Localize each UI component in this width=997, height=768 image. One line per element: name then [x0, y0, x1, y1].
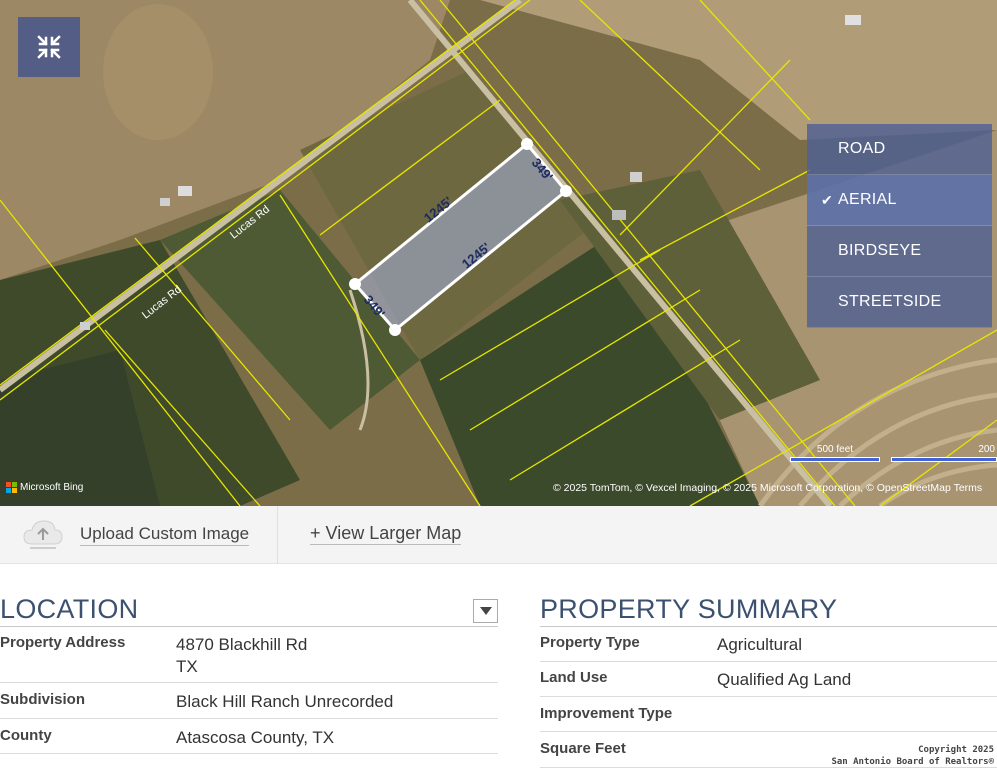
- upload-label: Upload Custom Image: [80, 524, 250, 546]
- map-type-label: BIRDSEYE: [838, 242, 922, 259]
- row-key: Property Address: [0, 634, 126, 651]
- address-line-2: TX: [176, 657, 198, 676]
- map-type-road[interactable]: ROAD: [807, 124, 992, 175]
- view-larger-map-link[interactable]: + View Larger Map: [310, 523, 462, 545]
- row-value: Agricultural: [717, 635, 803, 654]
- microsoft-logo-icon: [6, 482, 17, 493]
- location-dropdown-button[interactable]: [473, 599, 498, 623]
- map-type-menu: ROAD ✔ AERIAL BIRDSEYE STREETSIDE: [807, 124, 992, 328]
- scale-label: 200: [978, 444, 995, 455]
- summary-row: Property Type Agricultural: [540, 634, 997, 662]
- bing-logo: Microsoft Bing: [6, 482, 83, 493]
- map-type-label: AERIAL: [838, 191, 897, 208]
- map-toolbar: Upload Custom Image + View Larger Map: [0, 506, 997, 564]
- map-attribution: © 2025 TomTom, © Vexcel Imaging, © 2025 …: [553, 482, 983, 494]
- row-value: Atascosa County, TX: [176, 728, 335, 747]
- map-type-label: STREETSIDE: [838, 293, 942, 310]
- row-value: Black Hill Ranch Unrecorded: [176, 692, 394, 711]
- scale-label: 500 feet: [816, 444, 854, 455]
- upload-custom-image-button[interactable]: Upload Custom Image: [22, 518, 250, 552]
- bing-label: Microsoft Bing: [20, 482, 84, 493]
- row-key: Square Feet: [540, 740, 626, 757]
- copyright-line: San Antonio Board of Realtors®: [831, 757, 994, 767]
- scale-bar-meters: 200: [891, 444, 997, 462]
- collapse-map-button[interactable]: [18, 17, 80, 77]
- summary-row: Improvement Type: [540, 705, 997, 732]
- address-line-1: 4870 Blackhill Rd: [176, 635, 308, 654]
- location-row: County Atascosa County, TX: [0, 727, 498, 754]
- map-view[interactable]: Lucas Rd Lucas Rd 1245' 1245' 349' 349' …: [0, 0, 997, 506]
- caret-down-icon: [479, 607, 492, 615]
- scale-bar-feet: 500 feet: [790, 444, 880, 462]
- row-value: Qualified Ag Land: [717, 670, 852, 689]
- summary-row: Land Use Qualified Ag Land: [540, 669, 997, 697]
- location-row: Property Address 4870 Blackhill Rd TX: [0, 634, 498, 683]
- map-type-birdseye[interactable]: BIRDSEYE: [807, 226, 992, 277]
- section-divider: [540, 626, 997, 627]
- row-key: Property Type: [540, 634, 640, 651]
- toolbar-divider: [277, 506, 278, 564]
- collapse-arrows-icon: [37, 35, 61, 59]
- row-key: Subdivision: [0, 691, 86, 708]
- copyright-watermark: Copyright 2025 San Antonio Board of Real…: [831, 744, 994, 768]
- copyright-line: Copyright 2025: [918, 745, 994, 755]
- row-key: County: [0, 727, 52, 744]
- property-summary-title: PROPERTY SUMMARY: [540, 594, 838, 624]
- section-divider: [0, 626, 498, 627]
- location-row: Subdivision Black Hill Ranch Unrecorded: [0, 691, 498, 719]
- map-type-aerial[interactable]: ✔ AERIAL: [807, 175, 992, 226]
- location-title: LOCATION: [0, 594, 139, 624]
- row-value: 4870 Blackhill Rd TX: [176, 634, 307, 678]
- cloud-upload-icon: [23, 520, 63, 549]
- row-key: Land Use: [540, 669, 608, 686]
- map-type-streetside[interactable]: STREETSIDE: [807, 277, 992, 328]
- row-key: Improvement Type: [540, 705, 673, 722]
- checkmark-icon: ✔: [821, 191, 834, 208]
- map-type-label: ROAD: [838, 140, 886, 157]
